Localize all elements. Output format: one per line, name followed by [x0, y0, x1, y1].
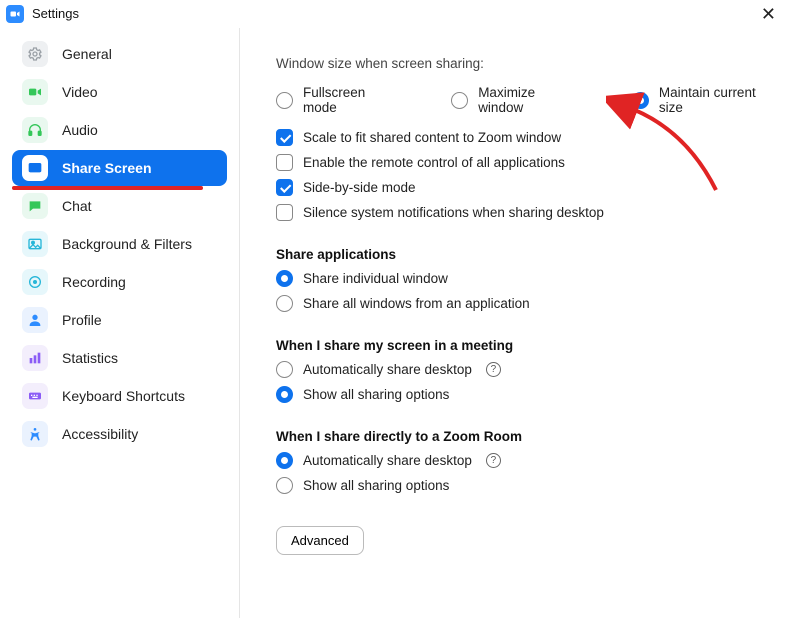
check-label: Silence system notifications when sharin… — [303, 205, 604, 220]
sidebar-item-label: Statistics — [62, 350, 118, 366]
check-label: Enable the remote control of all applica… — [303, 155, 565, 170]
check-enable-remote-control[interactable]: Enable the remote control of all applica… — [276, 154, 772, 171]
close-button[interactable]: ✕ — [755, 3, 782, 25]
help-icon[interactable]: ? — [486, 453, 501, 468]
radio-dot — [276, 452, 293, 469]
radio-dot — [276, 270, 293, 287]
checkbox-box — [276, 129, 293, 146]
advanced-button[interactable]: Advanced — [276, 526, 364, 555]
sidebar-item-audio[interactable]: Audio — [12, 112, 227, 148]
headphones-icon — [22, 117, 48, 143]
sidebar-item-label: Chat — [62, 198, 92, 214]
chat-icon — [22, 193, 48, 219]
record-icon — [22, 269, 48, 295]
check-side-by-side[interactable]: Side-by-side mode — [276, 179, 772, 196]
radio-dot — [276, 92, 293, 109]
radio-label: Share individual window — [303, 271, 448, 286]
sidebar-item-label: Video — [62, 84, 98, 100]
sidebar-item-general[interactable]: General — [12, 36, 227, 72]
accessibility-icon — [22, 421, 48, 447]
radio-dot — [451, 92, 468, 109]
video-icon — [22, 79, 48, 105]
radio-dot — [276, 361, 293, 378]
sidebar-item-label: General — [62, 46, 112, 62]
sidebar-item-label: Recording — [62, 274, 126, 290]
sidebar-item-accessibility[interactable]: Accessibility — [12, 416, 227, 452]
window-size-radio-group: Fullscreen mode Maximize window Maintain… — [276, 85, 772, 115]
sidebar-item-label: Audio — [62, 122, 98, 138]
keyboard-icon — [22, 383, 48, 409]
radio-label: Maximize window — [478, 85, 574, 115]
radio-maximize-window[interactable]: Maximize window — [451, 85, 574, 115]
sidebar-item-share-screen[interactable]: Share Screen — [12, 150, 227, 186]
radio-maintain-current-size[interactable]: Maintain current size — [632, 85, 772, 115]
radio-label: Share all windows from an application — [303, 296, 530, 311]
sidebar-item-background-filters[interactable]: Background & Filters — [12, 226, 227, 262]
radio-label: Show all sharing options — [303, 387, 449, 402]
gear-icon — [22, 41, 48, 67]
radio-dot — [632, 92, 649, 109]
radio-label: Show all sharing options — [303, 478, 449, 493]
sidebar-item-label: Keyboard Shortcuts — [62, 388, 185, 404]
radio-meeting-auto-share[interactable]: Automatically share desktop ? — [276, 361, 772, 378]
checkbox-box — [276, 154, 293, 171]
sidebar-item-label: Background & Filters — [62, 236, 192, 252]
checkbox-box — [276, 179, 293, 196]
radio-share-individual-window[interactable]: Share individual window — [276, 270, 772, 287]
share-room-heading: When I share directly to a Zoom Room — [276, 429, 772, 444]
radio-dot — [276, 477, 293, 494]
check-label: Side-by-side mode — [303, 180, 416, 195]
check-silence-notifications[interactable]: Silence system notifications when sharin… — [276, 204, 772, 221]
sidebar-item-recording[interactable]: Recording — [12, 264, 227, 300]
check-scale-to-fit[interactable]: Scale to fit shared content to Zoom wind… — [276, 129, 772, 146]
radio-label: Automatically share desktop — [303, 362, 472, 377]
check-label: Scale to fit shared content to Zoom wind… — [303, 130, 561, 145]
radio-fullscreen-mode[interactable]: Fullscreen mode — [276, 85, 393, 115]
radio-room-show-all[interactable]: Show all sharing options — [276, 477, 772, 494]
radio-dot — [276, 386, 293, 403]
radio-dot — [276, 295, 293, 312]
sidebar-item-statistics[interactable]: Statistics — [12, 340, 227, 376]
help-icon[interactable]: ? — [486, 362, 501, 377]
sidebar-item-keyboard-shortcuts[interactable]: Keyboard Shortcuts — [12, 378, 227, 414]
radio-meeting-show-all[interactable]: Show all sharing options — [276, 386, 772, 403]
zoom-app-icon — [6, 5, 24, 23]
radio-label: Maintain current size — [659, 85, 772, 115]
share-meeting-heading: When I share my screen in a meeting — [276, 338, 772, 353]
share-screen-icon — [22, 155, 48, 181]
sidebar-item-video[interactable]: Video — [12, 74, 227, 110]
sidebar-item-label: Accessibility — [62, 426, 138, 442]
settings-content: Window size when screen sharing: Fullscr… — [240, 28, 790, 618]
window-size-label: Window size when screen sharing: — [276, 56, 772, 71]
chart-icon — [22, 345, 48, 371]
radio-label: Fullscreen mode — [303, 85, 393, 115]
sidebar-item-label: Share Screen — [62, 160, 152, 176]
radio-label: Automatically share desktop — [303, 453, 472, 468]
settings-sidebar: General Video Audio Share Screen — [0, 28, 240, 618]
checkbox-box — [276, 204, 293, 221]
share-applications-heading: Share applications — [276, 247, 772, 262]
sidebar-item-profile[interactable]: Profile — [12, 302, 227, 338]
radio-room-auto-share[interactable]: Automatically share desktop ? — [276, 452, 772, 469]
titlebar: Settings ✕ — [0, 0, 790, 28]
image-icon — [22, 231, 48, 257]
user-icon — [22, 307, 48, 333]
sidebar-item-chat[interactable]: Chat — [12, 188, 227, 224]
radio-share-all-windows[interactable]: Share all windows from an application — [276, 295, 772, 312]
window-title: Settings — [32, 6, 79, 21]
sidebar-item-label: Profile — [62, 312, 102, 328]
